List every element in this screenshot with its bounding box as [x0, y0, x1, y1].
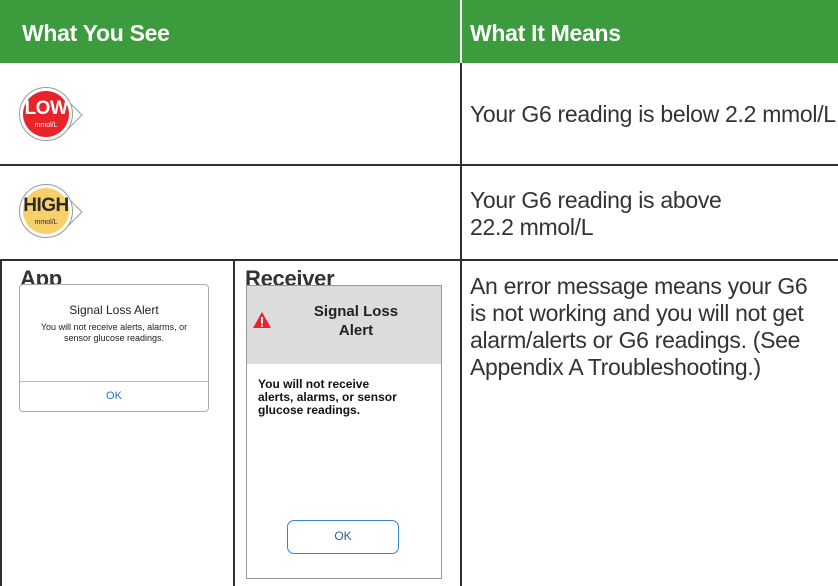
left-border — [0, 259, 2, 586]
row-divider-1 — [0, 164, 838, 166]
header-what-it-means: What It Means — [470, 20, 621, 46]
high-value: HIGH — [23, 195, 69, 216]
app-dialog-message-line2: sensor glucose readings. — [63, 333, 165, 343]
receiver-dialog-message: You will not receive alerts, alarms, or … — [258, 378, 433, 417]
header-divider — [460, 0, 462, 63]
app-signal-loss-dialog: Signal Loss Alert You will not receive a… — [19, 284, 209, 412]
app-dialog-message: You will not receive alerts, alarms, or … — [30, 322, 198, 344]
app-dialog-ok-button[interactable]: OK — [20, 390, 208, 402]
error-meaning-line: An error message means your G6 — [470, 273, 808, 299]
app-receiver-divider — [233, 259, 235, 586]
column-divider — [460, 63, 462, 586]
low-glucose-gauge-icon: LOW mmol/L — [19, 87, 99, 143]
high-meaning-line2: 22.2 mmol/L — [470, 214, 594, 240]
app-dialog-message-line1: You will not receive alerts, alarms, or — [40, 322, 188, 332]
receiver-dialog-title-line2: Alert — [338, 322, 374, 339]
low-meaning: Your G6 reading is below 2.2 mmol/L — [470, 101, 836, 127]
low-unit: mmol/L — [34, 122, 58, 129]
receiver-dialog-message-line: glucose readings. — [258, 403, 361, 417]
high-unit: mmol/L — [34, 219, 58, 226]
receiver-dialog-title: Signal Loss Alert — [275, 302, 437, 340]
high-glucose-gauge-icon: HIGH mmol/L — [19, 184, 99, 240]
error-meaning-line: is not working and you will not get — [470, 300, 804, 326]
header-what-you-see: What You See — [22, 20, 170, 46]
receiver-dialog-ok-button[interactable]: OK — [287, 520, 399, 554]
error-meaning: An error message means your G6 is not wo… — [470, 273, 808, 381]
row-divider-2 — [0, 259, 838, 261]
low-value: LOW — [24, 98, 68, 119]
receiver-signal-loss-dialog: Signal Loss Alert You will not receive a… — [246, 285, 442, 579]
high-meaning-line1: Your G6 reading is above — [470, 187, 722, 213]
error-meaning-line: Appendix A Troubleshooting.) — [470, 354, 761, 380]
high-meaning: Your G6 reading is above 22.2 mmol/L — [470, 187, 722, 241]
table-header: What You See What It Means — [0, 0, 838, 63]
app-dialog-divider — [20, 381, 208, 382]
error-meaning-line: alarm/alerts or G6 readings. (See — [470, 327, 801, 353]
receiver-dialog-title-line1: Signal Loss — [313, 303, 399, 320]
app-dialog-title: Signal Loss Alert — [69, 303, 159, 317]
warning-triangle-icon — [253, 312, 271, 328]
